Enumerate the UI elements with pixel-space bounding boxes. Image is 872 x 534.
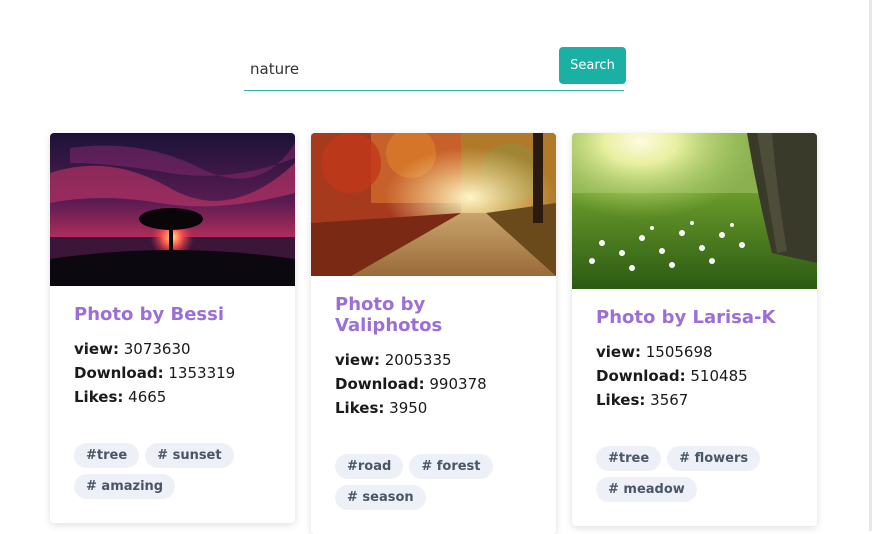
stat-label: view: (596, 343, 641, 361)
tag-chip[interactable]: # meadow (596, 477, 697, 502)
sunset-tree-image (50, 133, 295, 286)
photo-image[interactable] (50, 133, 295, 286)
autumn-road-image (311, 133, 556, 276)
tag-chip[interactable]: #road (335, 454, 404, 479)
stat-value: 1353319 (168, 364, 236, 382)
stat-views: view: 2005335 (335, 348, 532, 372)
tag-chip[interactable]: # flowers (667, 446, 761, 471)
stat-value: 510485 (690, 367, 748, 385)
search-button[interactable]: Search (559, 47, 626, 84)
stat-value: 3567 (650, 391, 689, 409)
tag-chip[interactable]: #tree (74, 443, 140, 468)
tag-list: #road # forest # season (335, 454, 532, 534)
meadow-image (572, 133, 817, 289)
photo-card[interactable]: Photo by Valiphotos view: 2005335 Downlo… (311, 133, 556, 534)
tag-chip[interactable]: # forest (409, 454, 493, 479)
stat-likes: Likes: 4665 (74, 385, 271, 409)
card-title: Photo by Valiphotos (335, 294, 443, 336)
stat-value: 1505698 (645, 343, 713, 361)
card-title: Photo by Bessi (74, 304, 225, 325)
search-form: Search (244, 47, 626, 93)
tag-chip[interactable]: # season (335, 485, 426, 510)
tag-list: #tree # flowers # meadow (596, 446, 793, 526)
photo-card[interactable]: Photo by Bessi view: 3073630 Download: 1… (50, 133, 295, 523)
stat-label: Download: (335, 375, 425, 393)
tag-chip[interactable]: # amazing (74, 474, 176, 499)
stat-likes: Likes: 3950 (335, 396, 532, 420)
card-title: Photo by Larisa-K (596, 307, 776, 328)
stat-label: Download: (74, 364, 164, 382)
stat-value: 2005335 (384, 351, 452, 369)
stat-value: 990378 (429, 375, 487, 393)
tag-chip[interactable]: # sunset (145, 443, 234, 468)
stat-value: 4665 (128, 388, 167, 406)
stat-label: view: (74, 340, 119, 358)
stat-label: Likes: (74, 388, 124, 406)
stat-label: view: (335, 351, 380, 369)
stat-downloads: Download: 990378 (335, 372, 532, 396)
stat-views: view: 1505698 (596, 340, 793, 364)
stat-label: Likes: (596, 391, 646, 409)
photo-image[interactable] (311, 133, 556, 276)
stat-views: view: 3073630 (74, 337, 271, 361)
stat-value: 3073630 (123, 340, 191, 358)
tag-list: #tree # sunset # amazing (74, 443, 271, 523)
photo-card[interactable]: Photo by Larisa-K view: 1505698 Download… (572, 133, 817, 526)
stat-downloads: Download: 1353319 (74, 361, 271, 385)
stat-downloads: Download: 510485 (596, 364, 793, 388)
stat-likes: Likes: 3567 (596, 388, 793, 412)
stat-label: Likes: (335, 399, 385, 417)
tag-chip[interactable]: #tree (596, 446, 662, 471)
stat-value: 3950 (389, 399, 428, 417)
stat-label: Download: (596, 367, 686, 385)
photo-image[interactable] (572, 133, 817, 289)
